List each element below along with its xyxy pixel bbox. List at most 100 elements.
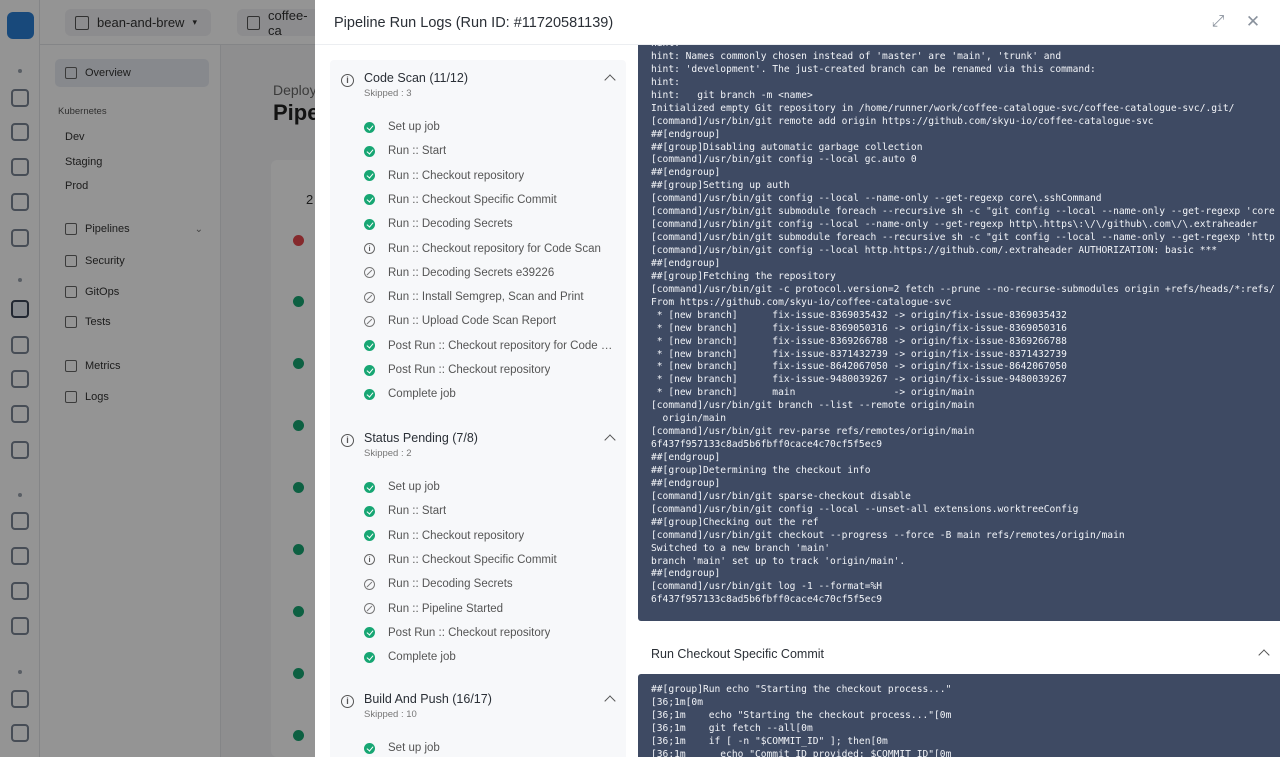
step-item[interactable]: Run :: Start [364,141,446,161]
step-label: Post Run :: Checkout repository [388,626,551,639]
info-icon: i [341,695,354,708]
step-label: Run :: Decoding Secrets e39226 [388,266,555,279]
log-line: * [new branch] fix-issue-8371432739 -> o… [651,348,1067,360]
log-line: branch 'main' set up to track 'origin/ma… [651,555,906,567]
log-line: origin/main [651,413,727,425]
step-item[interactable]: Run :: Upload Code Scan Report [364,311,556,331]
step-item[interactable]: Run :: Decoding Secrets [364,214,513,234]
info-icon: i [341,74,354,87]
skipped-icon [364,291,375,303]
step-item[interactable]: Complete job [364,647,456,667]
step-label: Run :: Start [388,145,447,158]
log-line: [command]/usr/bin/git branch --list --re… [651,400,975,412]
log-line: [command]/usr/bin/git sparse-checkout di… [651,490,911,502]
step-group-skipped: Skipped : 10 [364,709,417,720]
log-line: [command]/usr/bin/git config --local gc.… [651,154,917,166]
log-line: 6f437f957133c8ad5b6fbff0cace4c70cf5f5ec9 [651,439,883,451]
check-circle-icon [364,388,375,400]
expand-icon[interactable]: ⤢ [1210,14,1226,30]
chevron-up-icon[interactable] [1258,649,1270,661]
step-label: Run :: Start [388,505,447,518]
log-line: hint: git branch -m <name> [651,89,813,101]
log-line: [command]/usr/bin/git config --local --n… [651,193,1102,205]
step-item[interactable]: Complete job [364,384,456,404]
chevron-up-icon[interactable] [604,74,616,86]
step-item[interactable]: i Run :: Checkout repository for Code Sca… [364,239,601,259]
check-circle-icon [364,340,375,352]
log-line: * [new branch] fix-issue-8369035432 -> o… [651,309,1067,321]
log-line: ##[endgroup] [651,568,721,580]
log-line: [command]/usr/bin/git submodule foreach … [651,206,1275,218]
step-label: Complete job [388,388,456,401]
check-circle-icon [364,651,375,663]
step-label: Set up job [388,481,440,493]
log-line: [36;1m echo "Starting the checkout proce… [651,709,952,721]
step-item[interactable]: Run :: Checkout repository [364,166,524,186]
step-group-title: Status Pending (7/8) [364,431,478,445]
log-line: [36;1m echo "Commit ID provided: $COMMIT… [651,748,952,757]
log-output-main: hint: hint: Names commonly chosen instead… [638,45,1280,621]
info-icon: i [364,243,375,254]
log-line: * [new branch] main -> origin/main [651,387,975,399]
log-line: [command]/usr/bin/git checkout --progres… [651,529,1125,541]
step-group-title: Build And Push (16/17) [364,692,492,706]
step-item[interactable]: Run :: Install Semgrep, Scan and Print [364,287,584,307]
step-item[interactable]: Run :: Start [364,501,446,521]
log-line: ##[group]Disabling automatic garbage col… [651,141,923,153]
check-circle-icon [364,627,375,639]
step-label: Set up job [388,742,440,754]
step-item[interactable]: Set up job [364,738,440,757]
log-line: ##[group]Setting up auth [651,180,790,192]
step-label: Run :: Upload Code Scan Report [388,315,557,328]
check-circle-icon [364,145,375,157]
log-line: [36;1m[0m [651,696,703,708]
skipped-icon [364,315,375,327]
log-line: [command]/usr/bin/git rev-parse refs/rem… [651,426,975,438]
step-label: Run :: Checkout repository [388,529,525,542]
log-line: [command]/usr/bin/git submodule foreach … [651,232,1275,244]
log-line: [36;1m if [ -n "$COMMIT_ID" ]; then[0m [651,735,888,747]
log-line: * [new branch] fix-issue-8369266788 -> o… [651,335,1067,347]
steps-panel: i Code Scan (11/12) Skipped : 3 Set up job R… [315,45,638,757]
step-label: Run :: Pipeline Started [388,602,504,615]
step-label: Run :: Checkout repository for Code Scan [388,242,601,255]
log-line: ##[endgroup] [651,452,721,463]
log-line: ##[endgroup] [651,128,721,140]
step-label: Run :: Decoding Secrets [388,578,513,591]
step-item[interactable]: Post Run :: Checkout repository [364,623,550,643]
step-item[interactable]: Set up job [364,117,440,137]
modal-header: Pipeline Run Logs (Run ID: #11720581139)… [315,0,1280,45]
log-line: ##[endgroup] [651,257,721,269]
skipped-icon [364,578,375,590]
step-item[interactable]: Run :: Checkout repository [364,526,524,546]
step-item[interactable]: Run :: Decoding Secrets [364,574,513,594]
step-item[interactable]: Run :: Pipeline Started [364,599,503,619]
skipped-icon [364,603,375,614]
step-item[interactable]: Post Run :: Checkout repository [364,360,550,380]
step-item[interactable]: i Run :: Checkout Specific Commit [364,550,557,570]
chevron-up-icon[interactable] [604,434,616,446]
step-label: Set up job [388,121,440,133]
step-item[interactable]: Run :: Checkout Specific Commit [364,190,557,210]
step-label: Complete job [388,651,456,664]
pipeline-logs-modal: Pipeline Run Logs (Run ID: #11720581139)… [315,0,1280,757]
log-line: ##[group]Run echo "Starting the checkout… [651,684,952,695]
log-line: [command]/usr/bin/git remote add origin … [651,115,1154,127]
log-line: ##[group]Determining the checkout info [651,464,871,476]
log-line: hint: Names commonly chosen instead of '… [651,50,1062,62]
step-group-header[interactable]: i Code Scan (11/12) Skipped : 3 [330,60,626,106]
close-icon[interactable]: ✕ [1245,13,1261,30]
step-group-header[interactable]: i Build And Push (16/17) Skipped : 10 [330,681,626,727]
check-circle-icon [364,481,375,493]
step-item[interactable]: Run :: Decoding Secrets e39226 [364,263,554,283]
log-output-section: ##[group]Run echo "Starting the checkout… [638,674,1280,757]
step-group-header[interactable]: i Status Pending (7/8) Skipped : 2 [330,420,626,466]
step-group: i Build And Push (16/17) Skipped : 10 Set u… [330,681,626,757]
step-item[interactable]: Set up job [364,477,440,497]
chevron-up-icon[interactable] [604,695,616,707]
logs-panel: hint: hint: Names commonly chosen instead… [638,45,1280,757]
log-section-header[interactable]: Run Checkout Specific Commit [638,637,1280,673]
step-item[interactable]: Post Run :: Checkout repository for Code… [364,336,616,356]
step-label: Post Run :: Checkout repository for Code… [388,339,616,352]
check-circle-icon [364,121,375,133]
